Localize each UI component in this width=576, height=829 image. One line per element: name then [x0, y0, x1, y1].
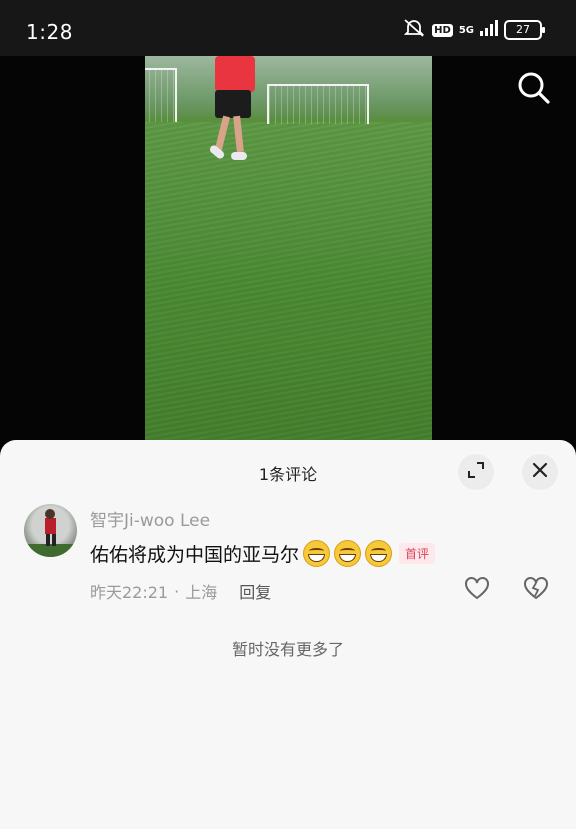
battery-level: 27	[516, 23, 530, 36]
heart-icon	[464, 577, 490, 606]
player-shirt	[215, 56, 255, 92]
comment-time: 昨天22:21	[90, 583, 169, 602]
meta-separator: ·	[174, 581, 180, 601]
video-grass-field	[145, 122, 432, 440]
comment-meta: 昨天22:21 · 上海 回复	[90, 579, 271, 603]
mute-vibrate-icon	[402, 18, 426, 42]
grinning-face-emoji-icon	[365, 540, 393, 567]
avatar[interactable]	[24, 504, 77, 557]
dislike-button[interactable]	[523, 576, 549, 602]
no-more-comments: 暂时没有更多了	[231, 640, 344, 659]
close-icon	[532, 462, 548, 482]
status-time: 1:28	[26, 20, 73, 44]
hd-icon: HD	[432, 23, 453, 37]
expand-button[interactable]	[458, 454, 494, 490]
status-icons: HD 5G 27	[402, 18, 545, 42]
battery-icon: 27	[504, 20, 545, 40]
player-shoe-right	[231, 152, 247, 160]
comment-sheet: 1条评论 智宇Ji-woo Lee 佑佑将成为中国的亚马尔 首评 昨天22:21…	[0, 440, 576, 829]
goal-net-center	[267, 84, 369, 124]
first-comment-badge: 首评	[399, 543, 436, 564]
signal-5g-icon: 5G	[458, 24, 474, 36]
like-button[interactable]	[464, 576, 490, 602]
comment-location: 上海	[185, 583, 218, 602]
comment-username[interactable]: 智宇Ji-woo Lee	[90, 506, 210, 531]
reply-button[interactable]: 回复	[239, 579, 271, 603]
network-label: 5G	[458, 24, 474, 36]
close-button[interactable]	[522, 454, 558, 490]
signal-bars-icon	[480, 20, 498, 40]
grinning-face-emoji-icon	[303, 540, 331, 567]
broken-heart-icon	[523, 577, 549, 606]
comment-content: 佑佑将成为中国的亚马尔 首评	[90, 540, 436, 567]
player-shorts	[215, 90, 251, 118]
expand-icon	[467, 461, 485, 483]
grinning-face-emoji-icon	[334, 540, 362, 567]
search-icon	[516, 72, 552, 110]
goal-net-left	[145, 68, 177, 122]
status-bar: 1:28 HD 5G 27	[0, 0, 576, 56]
comment-text: 佑佑将成为中国的亚马尔	[90, 544, 300, 566]
video-player[interactable]	[145, 56, 432, 440]
search-button[interactable]	[516, 70, 552, 106]
